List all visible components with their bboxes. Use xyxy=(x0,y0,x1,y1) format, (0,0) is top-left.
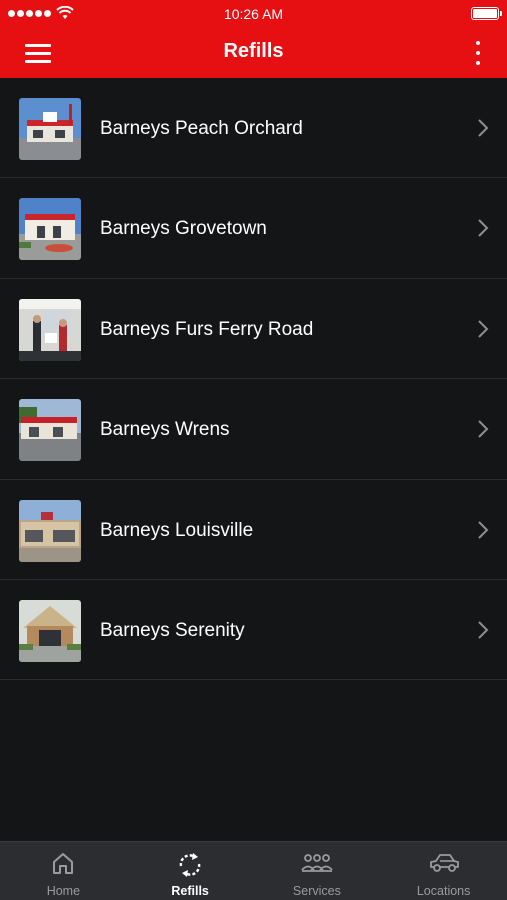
people-group-icon xyxy=(301,854,333,872)
page-title: Refills xyxy=(223,40,284,62)
tab-bar: Home Refills Services Locations xyxy=(0,841,507,900)
tab-refills[interactable]: Refills xyxy=(127,842,254,900)
tab-label: Services xyxy=(292,884,341,898)
store-name: Barneys Louisville xyxy=(100,519,254,541)
store-name: Barneys Grovetown xyxy=(100,218,267,240)
store-name: Barneys Serenity xyxy=(100,619,245,641)
battery-icon xyxy=(471,7,502,20)
refresh-icon xyxy=(179,853,201,877)
nav-bar: Refills xyxy=(0,28,507,78)
status-time: 10:26 AM xyxy=(223,6,284,22)
store-thumbnail xyxy=(19,499,81,562)
store-name: Barneys Wrens xyxy=(100,419,230,441)
store-row-serenity[interactable]: Barneys Serenity xyxy=(0,580,507,681)
store-row-wrens[interactable]: Barneys Wrens xyxy=(0,379,507,480)
tab-locations[interactable]: Locations xyxy=(380,842,507,900)
tab-services[interactable]: Services xyxy=(254,842,381,900)
chevron-right-icon xyxy=(478,420,489,438)
store-row-grovetown[interactable]: Barneys Grovetown xyxy=(0,178,507,279)
store-row-furs-ferry-road[interactable]: Barneys Furs Ferry Road xyxy=(0,279,507,380)
store-thumbnail xyxy=(19,399,81,462)
chevron-right-icon xyxy=(478,520,489,539)
chevron-right-icon xyxy=(478,621,489,639)
store-name: Barneys Peach Orchard xyxy=(100,118,303,139)
store-row-louisville[interactable]: Barneys Louisville xyxy=(0,480,507,580)
car-icon xyxy=(429,854,459,872)
chevron-right-icon xyxy=(478,320,489,338)
chevron-right-icon xyxy=(478,219,489,238)
store-thumbnail xyxy=(19,298,81,361)
tab-label: Refills xyxy=(171,884,209,898)
more-options-icon[interactable] xyxy=(471,38,485,68)
store-thumbnail xyxy=(19,198,81,261)
store-name: Barneys Furs Ferry Road xyxy=(100,318,314,340)
tab-label: Locations xyxy=(416,884,471,898)
menu-icon[interactable] xyxy=(18,38,58,68)
status-bar: 10:26 AM xyxy=(0,0,507,28)
tab-home[interactable]: Home xyxy=(0,842,127,900)
store-thumbnail xyxy=(19,98,81,160)
store-list: Barneys Peach Orchard Barneys Grovetown xyxy=(0,78,507,681)
app-header: 10:26 AM Refills xyxy=(0,0,507,78)
chevron-right-icon xyxy=(478,119,489,137)
home-icon xyxy=(53,853,74,874)
store-thumbnail xyxy=(19,599,81,662)
tab-label: Home xyxy=(46,884,81,898)
store-row-peach-orchard[interactable]: Barneys Peach Orchard xyxy=(0,78,507,179)
